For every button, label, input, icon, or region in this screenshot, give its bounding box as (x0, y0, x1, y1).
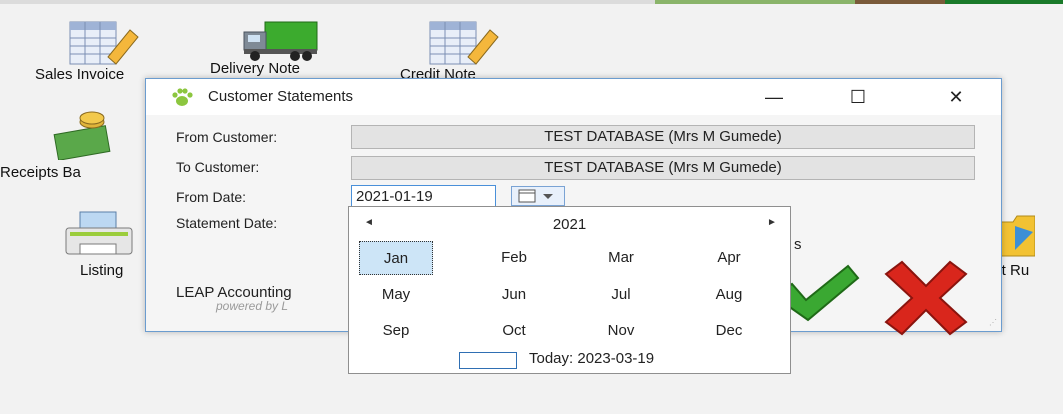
spreadsheet-pencil-icon (429, 21, 499, 65)
obscured-text: s (794, 236, 802, 253)
cancel-x-icon[interactable] (878, 258, 974, 336)
month-sep[interactable]: Sep (359, 314, 433, 348)
month-may[interactable]: May (359, 278, 433, 312)
dialog-title: Customer Statements (208, 88, 354, 105)
to-customer-label: To Customer: (176, 159, 260, 175)
month-jul[interactable]: Jul (584, 278, 658, 312)
spreadsheet-pencil-icon (69, 21, 139, 65)
receipts-batch-shortcut[interactable]: Receipts Ba (0, 110, 145, 185)
month-jan[interactable]: Jan (359, 241, 433, 275)
delivery-note-label: Delivery Note (210, 60, 301, 77)
calendar-dropdown-icon[interactable] (511, 186, 565, 206)
close-button[interactable]: ✕ (936, 83, 976, 111)
listing-shortcut[interactable]: Listing (40, 210, 150, 285)
resize-grip-icon[interactable]: ⋰ (989, 318, 997, 327)
statement-date-label: Statement Date: (176, 215, 278, 231)
month-mar[interactable]: Mar (584, 241, 658, 275)
maximize-button[interactable]: ☐ (838, 83, 878, 111)
month-oct[interactable]: Oct (477, 314, 551, 348)
month-feb[interactable]: Feb (477, 241, 551, 275)
from-customer-label: From Customer: (176, 129, 278, 145)
from-date-input[interactable]: 2021-01-19 (351, 185, 496, 207)
next-year-arrow-icon[interactable]: ► (767, 217, 777, 228)
delivery-truck-icon (243, 21, 318, 61)
listing-label: Listing (80, 262, 124, 279)
receipts-batch-label: Receipts Ba (0, 164, 81, 181)
month-picker-calendar: ◄ 2021 ► Jan Feb Mar Apr May Jun Jul Aug… (348, 206, 791, 374)
from-date-label: From Date: (176, 189, 247, 205)
sales-invoice-label: Sales Invoice (35, 66, 125, 83)
top-strip-segment (945, 0, 1063, 4)
today-link[interactable]: Today: 2023-03-19 (529, 350, 654, 367)
month-jun[interactable]: Jun (477, 278, 551, 312)
printer-icon (65, 211, 133, 255)
paw-icon (172, 88, 193, 106)
month-apr[interactable]: Apr (692, 241, 766, 275)
dialog-title-bar[interactable]: Customer Statements — ☐ ✕ (146, 79, 1001, 115)
top-strip-segment (855, 0, 945, 4)
month-dec[interactable]: Dec (692, 314, 766, 348)
powered-by-text: powered by L (216, 299, 289, 313)
top-strip-segment (655, 0, 855, 4)
today-marker[interactable] (459, 352, 517, 369)
from-customer-field[interactable]: TEST DATABASE (Mrs M Gumede) (351, 125, 975, 149)
to-customer-field[interactable]: TEST DATABASE (Mrs M Gumede) (351, 156, 975, 180)
calendar-year: 2021 (552, 216, 587, 233)
minimize-button[interactable]: — (754, 83, 794, 111)
month-nov[interactable]: Nov (584, 314, 658, 348)
month-aug[interactable]: Aug (692, 278, 766, 312)
money-coins-icon (53, 111, 111, 160)
